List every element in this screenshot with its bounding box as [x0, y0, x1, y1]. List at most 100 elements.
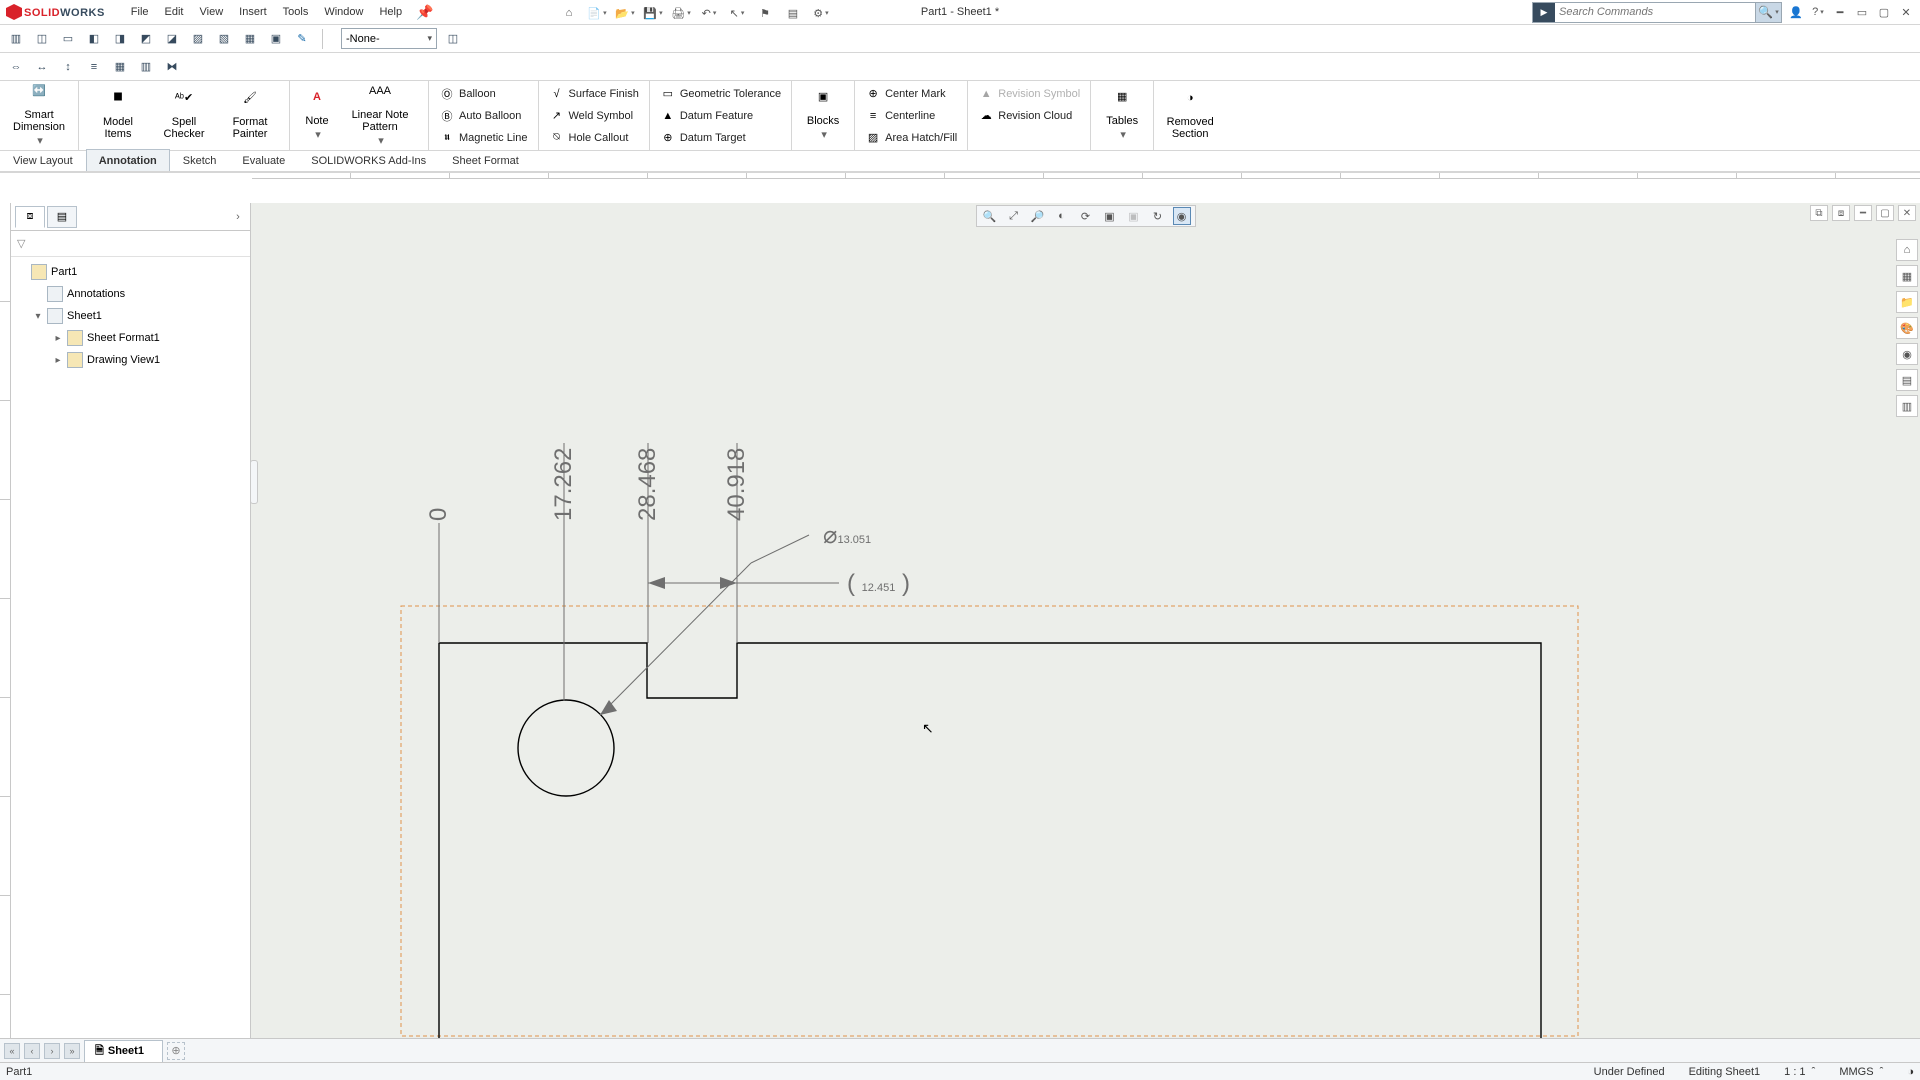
minimize-icon[interactable]: ━: [1832, 4, 1848, 20]
search-go-icon[interactable]: [1533, 3, 1555, 22]
tree-sheet-format[interactable]: ▸ Sheet Format1: [13, 327, 248, 349]
cube5-icon[interactable]: ▨: [188, 29, 208, 49]
style-select[interactable]: -None-: [341, 28, 437, 49]
tab-sheet-format[interactable]: Sheet Format: [439, 149, 532, 171]
area-hatch-button[interactable]: ▨Area Hatch/Fill: [861, 127, 961, 149]
menu-file[interactable]: File: [123, 0, 157, 25]
dim-x-icon[interactable]: ⧓: [162, 57, 182, 77]
centerline-button[interactable]: ≡Centerline: [861, 105, 961, 127]
tree-drawing-view[interactable]: ▸ Drawing View1: [13, 349, 248, 371]
tree-sheet1[interactable]: ▾ Sheet1: [13, 305, 248, 327]
tree-annotations[interactable]: Annotations: [13, 283, 248, 305]
menu-view[interactable]: View: [192, 0, 232, 25]
close-icon[interactable]: ✕: [1898, 4, 1914, 20]
dim-chain-icon[interactable]: ≡: [84, 57, 104, 77]
rebuild-icon[interactable]: ⚑: [756, 4, 774, 22]
fm-tab-tree[interactable]: ⧈: [15, 206, 45, 228]
dim-ord-icon[interactable]: ▦: [110, 57, 130, 77]
note-button[interactable]: A Note ▾: [296, 91, 338, 141]
sheet-nav-prev-icon[interactable]: ‹: [24, 1043, 40, 1059]
dim-horiz-icon[interactable]: ↔: [32, 57, 52, 77]
model-items-button[interactable]: ⯀ Model Items: [85, 92, 151, 140]
undo-icon[interactable]: ↶▾: [700, 4, 718, 22]
smart-dimension-button[interactable]: ↔️ Smart Dimension ▾: [6, 85, 72, 147]
blocks-button[interactable]: ▣ Blocks ▾: [798, 91, 848, 141]
part-icon[interactable]: ▥: [6, 29, 26, 49]
tab-addins[interactable]: SOLIDWORKS Add-Ins: [298, 149, 439, 171]
select-icon[interactable]: ↖▾: [728, 4, 746, 22]
balloon-button[interactable]: ⓄBalloon: [435, 83, 532, 105]
save-icon[interactable]: 💾▾: [644, 4, 662, 22]
tab-view-layout[interactable]: View Layout: [0, 149, 86, 171]
geo-tol-button[interactable]: ▭Geometric Tolerance: [656, 83, 785, 105]
revision-cloud-button[interactable]: ☁Revision Cloud: [974, 105, 1084, 127]
home-icon[interactable]: ⌂: [560, 4, 578, 22]
cube1-icon[interactable]: ◧: [84, 29, 104, 49]
datum-target-button[interactable]: ⊕Datum Target: [656, 127, 785, 149]
filter-funnel-icon[interactable]: ▽: [17, 237, 25, 250]
magnetic-line-icon: 𝖚: [439, 130, 455, 146]
magnetic-line-button[interactable]: 𝖚Magnetic Line: [435, 127, 532, 149]
tree-root[interactable]: Part1: [13, 261, 248, 283]
tab-annotation[interactable]: Annotation: [86, 149, 170, 171]
menu-insert[interactable]: Insert: [231, 0, 275, 25]
tab-sketch[interactable]: Sketch: [170, 149, 230, 171]
user-icon[interactable]: 👤: [1788, 4, 1804, 20]
cube4-icon[interactable]: ◪: [162, 29, 182, 49]
cube8-icon[interactable]: ▣: [266, 29, 286, 49]
print-icon[interactable]: 🖨▾: [672, 4, 690, 22]
search-input[interactable]: [1555, 6, 1755, 18]
menu-edit[interactable]: Edit: [157, 0, 192, 25]
removed-section-button[interactable]: ◑ Removed Section: [1160, 92, 1220, 140]
props-icon[interactable]: ▤: [784, 4, 802, 22]
surface-finish-button[interactable]: √Surface Finish: [545, 83, 643, 105]
command-search[interactable]: 🔍▾: [1532, 2, 1782, 23]
status-scale[interactable]: 1 : 1 ˆ: [1784, 1066, 1815, 1078]
auto-balloon-button[interactable]: ⒷAuto Balloon: [435, 105, 532, 127]
maximize-icon[interactable]: ▢: [1876, 4, 1892, 20]
pin-icon[interactable]: 📌: [416, 4, 433, 21]
tab-evaluate[interactable]: Evaluate: [229, 149, 298, 171]
status-units[interactable]: MMGS ˆ: [1839, 1066, 1883, 1078]
sheet-nav-next-icon[interactable]: ›: [44, 1043, 60, 1059]
svg-text:⌀13.051: ⌀13.051: [823, 522, 871, 549]
new-icon[interactable]: 📄▾: [588, 4, 606, 22]
spell-checker-button[interactable]: ᴬᵇ✔ Spell Checker: [151, 92, 217, 140]
options-icon[interactable]: ⚙▾: [812, 4, 830, 22]
cube7-icon[interactable]: ▦: [240, 29, 260, 49]
drawing-icon[interactable]: ▭: [58, 29, 78, 49]
cube3-icon[interactable]: ◩: [136, 29, 156, 49]
sheet-nav-last-icon[interactable]: »: [64, 1043, 80, 1059]
menu-help[interactable]: Help: [371, 0, 410, 25]
fm-tab-props[interactable]: ▤: [47, 206, 77, 228]
tables-button[interactable]: ▦ Tables ▾: [1097, 91, 1147, 141]
sheet-tab-sheet1[interactable]: 🗎 Sheet1: [84, 1040, 163, 1062]
panel-splitter[interactable]: [250, 460, 258, 504]
fm-flyout-icon[interactable]: ›: [230, 211, 246, 223]
hole-callout-button[interactable]: ⍉Hole Callout: [545, 127, 643, 149]
cube2-icon[interactable]: ◨: [110, 29, 130, 49]
search-magnifier-icon[interactable]: 🔍▾: [1755, 3, 1781, 22]
weld-symbol-icon: ↗: [549, 108, 565, 124]
assembly-icon[interactable]: ◫: [32, 29, 52, 49]
menu-window[interactable]: Window: [316, 0, 371, 25]
menu-tools[interactable]: Tools: [275, 0, 317, 25]
dim-symm-icon[interactable]: ▥: [136, 57, 156, 77]
brush-icon[interactable]: ✎: [292, 29, 312, 49]
apply-style-icon[interactable]: ◫: [443, 29, 463, 49]
linear-note-pattern-button[interactable]: AAA Linear Note Pattern ▾: [338, 85, 422, 147]
drawing-canvas[interactable]: 🔍 ⤢ 🔎 ◐ ⟳ ▣ ▣ ↻ ◉ ⧉ ⧈ ━ ▢ ✕ ⌂ ▦ 📁 🎨 ◉ ▤ …: [251, 203, 1920, 1052]
datum-feature-button[interactable]: ▲Datum Feature: [656, 105, 785, 127]
dim-vert-icon[interactable]: ↕: [58, 57, 78, 77]
sheet-tab-add-icon[interactable]: ⊕: [167, 1042, 185, 1060]
sheet-nav-first-icon[interactable]: «: [4, 1043, 20, 1059]
cube6-icon[interactable]: ▧: [214, 29, 234, 49]
center-mark-button[interactable]: ⊕Center Mark: [861, 83, 961, 105]
help-icon[interactable]: ? ▾: [1810, 4, 1826, 20]
format-painter-button[interactable]: 🖌 Format Painter: [217, 92, 283, 140]
status-config-icon[interactable]: ◑: [1907, 1066, 1914, 1078]
open-icon[interactable]: 📂▾: [616, 4, 634, 22]
dim-smart-icon[interactable]: ⇔: [6, 57, 26, 77]
weld-symbol-button[interactable]: ↗Weld Symbol: [545, 105, 643, 127]
restore-icon[interactable]: ▭: [1854, 4, 1870, 20]
